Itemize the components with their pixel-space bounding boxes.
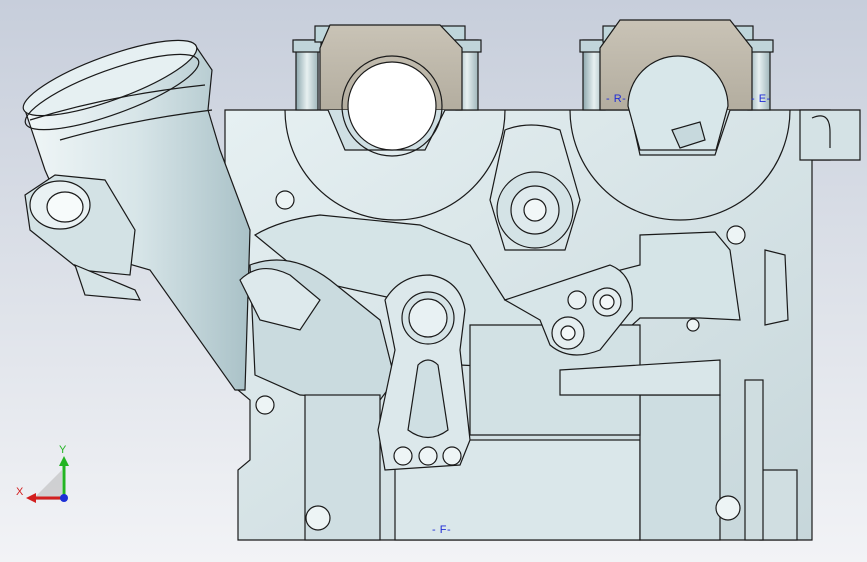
camshaft-bore-left [347, 61, 437, 151]
chamber-right [639, 394, 721, 541]
link-hole-1 [560, 325, 576, 341]
support-bore [408, 298, 448, 338]
cad-graphics-viewport[interactable]: - R- - E- - F- Y X [0, 0, 867, 562]
coordinate-triad [26, 456, 69, 503]
bolt-hole-e [726, 225, 746, 245]
link-hole-2 [599, 294, 615, 310]
bolt-hole-b [255, 395, 275, 415]
triad-y-label: Y [59, 444, 67, 456]
support-hole-2 [418, 446, 438, 466]
support-hole-1 [393, 446, 413, 466]
bolt-hole-d [715, 495, 741, 521]
center-boss-hole [523, 198, 547, 222]
bolt-hole-c [305, 505, 331, 531]
bolt-hole-f [686, 318, 700, 332]
support-hole-3 [442, 446, 462, 466]
section-label-r: - R- [606, 93, 627, 105]
bolt-hole-a [275, 190, 295, 210]
cylinder-head-model[interactable] [0, 0, 867, 562]
section-label-e: - E- [751, 93, 771, 105]
triad-x-label: X [16, 486, 24, 498]
z-axis-dot [60, 494, 68, 502]
section-label-f: - F- [432, 524, 452, 536]
